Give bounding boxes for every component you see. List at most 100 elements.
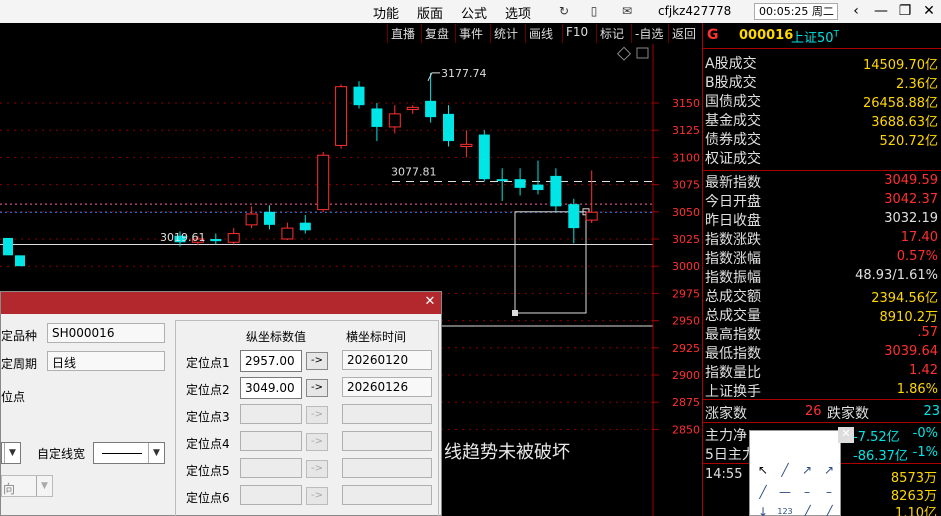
quote-row: 基金成交 3688.63亿 xyxy=(703,109,941,130)
quote-row-value: 1.42 xyxy=(909,363,938,378)
back-icon[interactable]: ‹ xyxy=(846,2,866,21)
candle-body xyxy=(532,184,544,191)
dialog-close-icon[interactable]: ✕ xyxy=(422,294,438,310)
tab-stats[interactable]: 统计 xyxy=(490,24,521,43)
chevron-down-icon: ▼ xyxy=(36,476,52,496)
user-id: cfjkz427778 xyxy=(658,4,732,18)
menu-options[interactable]: 选项 xyxy=(505,3,531,22)
period-field[interactable]: 日线 xyxy=(47,351,165,371)
price-tick-label: 3125 xyxy=(672,124,700,137)
quote-row-label: 债券成交 xyxy=(705,132,761,148)
segment-tool-icon[interactable]: ╱ xyxy=(752,481,774,503)
parallel-tool-icon[interactable]: ╱ xyxy=(818,501,840,516)
close-icon[interactable]: ✕ xyxy=(919,2,939,21)
quote-row-value: 3039.64 xyxy=(884,344,938,359)
refresh-icon[interactable]: ↻ xyxy=(556,4,572,19)
anchor-pick-button[interactable]: -> xyxy=(306,379,328,397)
quote-row-label: 最低指数 xyxy=(705,346,761,362)
candle-body xyxy=(406,106,419,111)
flow-pct: -0% xyxy=(912,426,938,441)
tab-back[interactable]: 返回 xyxy=(668,24,699,43)
window-icon[interactable] xyxy=(636,47,649,59)
phone-icon[interactable]: ▯ xyxy=(586,4,602,19)
anchor-pick-button: -> xyxy=(306,487,328,505)
tab-live[interactable]: 直播 xyxy=(387,24,418,43)
anchor-x-field[interactable]: 20260120 xyxy=(342,350,432,370)
anchor-handle[interactable] xyxy=(512,309,518,316)
quote-row: B股成交 2.36亿 xyxy=(703,71,941,92)
line-tool-icon[interactable]: ╱ xyxy=(774,459,796,481)
anchor-y-input[interactable]: 2957.00 xyxy=(240,350,302,372)
quote-row: 债券成交 520.72亿 xyxy=(703,128,941,149)
anchor-pick-button[interactable]: -> xyxy=(306,352,328,370)
symbol-field[interactable]: SH000016 xyxy=(47,323,165,343)
col-y-header: 纵坐标数值 xyxy=(246,330,307,344)
anchor-y-input[interactable]: 3049.00 xyxy=(240,377,302,399)
tab-replay[interactable]: 复盘 xyxy=(421,24,452,43)
menu-layout[interactable]: 版面 xyxy=(417,3,443,22)
anchor-x-field[interactable]: 20260126 xyxy=(342,377,432,397)
price-tick-label: 2925 xyxy=(672,342,700,355)
chevron-down-icon: ▼ xyxy=(4,443,20,463)
anchor-pick-button: -> xyxy=(306,460,328,478)
quote-row-label: 权证成交 xyxy=(705,151,761,167)
arrow-tool-icon[interactable]: ↗ xyxy=(818,459,840,481)
tick-time: 14:55 xyxy=(705,467,743,482)
updown-row: 涨家数 26 跌家数 23 xyxy=(703,402,941,422)
tab-draw[interactable]: 画线 xyxy=(525,24,556,43)
quote-row: 最新指数 3049.59 xyxy=(703,171,941,191)
channel-tool-icon[interactable]: ╱ xyxy=(796,501,818,516)
menu-bar: 功能 版面 公式 选项 ↻ ▯ ✉ cfjkz427778 00:05:25 周… xyxy=(0,0,941,23)
chevron-down-icon: ▼ xyxy=(148,443,164,463)
line-style-select[interactable]: ▼ xyxy=(1,442,21,464)
line-width-preview xyxy=(102,453,142,454)
annotation-mid: 3077.81 xyxy=(391,166,437,179)
annotation-pointer xyxy=(427,72,440,82)
vline-tool-icon[interactable]: ↓ xyxy=(752,501,774,516)
minimize-icon[interactable]: — xyxy=(871,2,891,21)
candle-body xyxy=(371,108,383,127)
ray-tool-icon[interactable]: ↗ xyxy=(796,459,818,481)
index-name: 上证50T xyxy=(791,27,839,46)
tab-mark[interactable]: 标记 xyxy=(596,24,627,43)
tab-remove-fav[interactable]: -自选 xyxy=(631,24,666,43)
quote-row-label: 总成交量 xyxy=(705,308,761,324)
candle-body xyxy=(3,237,13,256)
price-tick-label: 2850 xyxy=(672,423,700,436)
menu-function[interactable]: 功能 xyxy=(373,3,399,22)
candle-body xyxy=(496,179,508,182)
palette-close-icon[interactable]: ✕ xyxy=(838,427,854,443)
quote-row-label: 指数量比 xyxy=(705,365,761,381)
hline-tool-icon[interactable]: — xyxy=(774,481,796,503)
anchor-label: 定位点2 xyxy=(186,383,230,397)
line-width-select[interactable]: ▼ xyxy=(93,442,165,464)
drawing-tool-palette: ✕ ↖ ╱ ↗ ↗ ╱ — – – ↓ 123 ╱ ╱ xyxy=(749,427,854,516)
candle-body xyxy=(585,211,598,221)
tab-events[interactable]: 事件 xyxy=(455,24,486,43)
tab-f10[interactable]: F10 xyxy=(562,24,591,43)
candle-body xyxy=(478,134,490,180)
points-label: 位点 xyxy=(1,390,26,404)
hray-tool-icon[interactable]: – xyxy=(796,481,818,503)
quote-row-label: 基金成交 xyxy=(705,113,761,129)
quote-row-label: 总成交额 xyxy=(705,289,761,305)
candle-body xyxy=(335,86,348,146)
menu-formula[interactable]: 公式 xyxy=(461,3,487,22)
anchor-x-field xyxy=(342,485,432,505)
hsegment-tool-icon[interactable]: – xyxy=(818,481,840,503)
price-tick-label: 3050 xyxy=(672,206,700,219)
clock: 00:05:25 周二 xyxy=(754,3,838,20)
candle-body xyxy=(550,175,562,207)
down-count-label: 跌家数 xyxy=(827,406,869,422)
line-settings-dialog: ✕ 定品种 SH000016 定周期 日线 位点 ▼ 自定线宽 ▼ 向 ▼ 纵坐… xyxy=(0,291,442,516)
mail-icon[interactable]: ✉ xyxy=(619,4,635,19)
diamond-icon[interactable] xyxy=(616,46,632,61)
direction-select[interactable]: 向 ▼ xyxy=(1,475,53,497)
candle-body xyxy=(568,204,580,229)
wave-tool-icon[interactable]: 123 xyxy=(774,501,796,516)
restore-icon[interactable]: ❐ xyxy=(895,2,915,21)
period-label: 定周期 xyxy=(1,357,38,371)
tick-vol-1: 8573万 xyxy=(890,471,937,486)
cursor-icon[interactable]: ↖ xyxy=(752,459,774,481)
flag-g: G xyxy=(707,27,719,43)
